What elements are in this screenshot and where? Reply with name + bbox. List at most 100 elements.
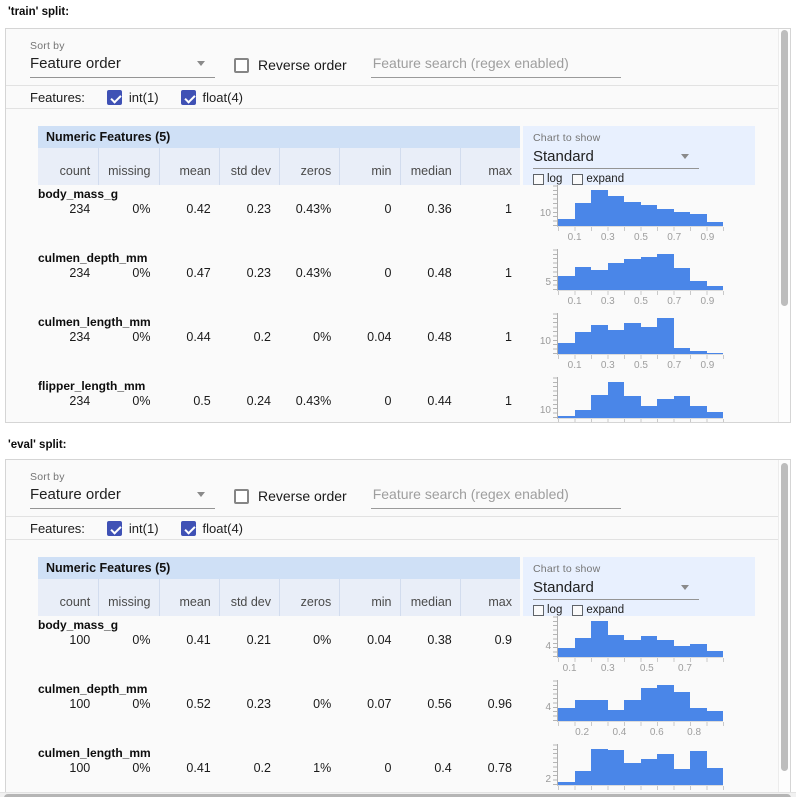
histogram[interactable]: 100.10.30.50.70.9: [523, 377, 757, 423]
log-checkbox[interactable]: [533, 605, 544, 616]
column-header[interactable]: max: [460, 148, 520, 185]
histogram-bar: [690, 708, 707, 721]
vertical-scrollbar[interactable]: [778, 29, 790, 422]
reverse-order-checkbox[interactable]: [234, 58, 249, 73]
x-axis: [558, 227, 724, 231]
column-header[interactable]: mean: [159, 148, 219, 185]
stat-value: 0.44: [159, 330, 219, 344]
feature-type-checkbox[interactable]: [181, 90, 196, 105]
chart-to-show-value: Standard: [533, 579, 594, 596]
histogram-bar: [608, 263, 625, 290]
feature-type-checkbox[interactable]: [107, 521, 122, 536]
histogram-bar: [690, 214, 707, 226]
chart-to-show-select[interactable]: Standard: [533, 145, 699, 169]
stats-main: Numeric Features (5)countmissingmeanstd …: [6, 540, 790, 792]
chart-to-show-select[interactable]: Standard: [533, 576, 699, 600]
sort-by-value-line[interactable]: Feature order: [30, 52, 215, 78]
histogram-bar: [657, 640, 674, 657]
expand-checkbox[interactable]: [572, 605, 583, 616]
column-header[interactable]: count: [38, 579, 98, 616]
histogram-bar: [558, 416, 575, 418]
x-axis-label: 0.1: [563, 663, 577, 674]
features-label: Features:: [30, 90, 85, 105]
histogram-bars: [558, 376, 723, 418]
histogram-bar: [707, 353, 724, 355]
column-header[interactable]: zeros: [279, 148, 339, 185]
column-header[interactable]: zeros: [279, 579, 339, 616]
histogram-bar: [657, 209, 674, 226]
stat-value: 0.21: [219, 633, 279, 647]
log-checkbox[interactable]: [533, 174, 544, 185]
histogram-bar: [690, 751, 707, 785]
eval-split-section: 'eval' split: Sort byFeature orderRevers…: [0, 439, 796, 792]
feature-type-filter: int(1): [107, 90, 159, 105]
column-header[interactable]: missing: [98, 579, 158, 616]
sort-by-value-line[interactable]: Feature order: [30, 483, 215, 509]
column-header[interactable]: max: [460, 579, 520, 616]
reverse-order-control: Reverse order: [234, 488, 347, 504]
column-header-row: countmissingmeanstd devzerosminmedianmax: [38, 579, 520, 616]
histogram-bar: [641, 759, 658, 785]
stat-value: 0.5: [159, 394, 219, 408]
histogram[interactable]: 40.10.30.50.7: [523, 616, 757, 680]
stat-value: 1%: [279, 761, 339, 775]
column-header[interactable]: min: [339, 148, 399, 185]
feature-filters-row: Features:int(1)float(4): [6, 517, 790, 540]
histogram-bar: [624, 763, 641, 785]
column-header[interactable]: std dev: [219, 579, 279, 616]
vertical-scrollbar-thumb[interactable]: [781, 30, 788, 306]
histogram-bar: [575, 267, 592, 290]
stat-value: 0: [339, 202, 399, 216]
stat-value: 234: [38, 394, 98, 408]
stat-value: 234: [38, 266, 98, 280]
column-header[interactable]: std dev: [219, 148, 279, 185]
column-header[interactable]: median: [400, 579, 460, 616]
sort-by-select[interactable]: Sort byFeature order: [30, 40, 215, 78]
histogram[interactable]: 40.20.40.60.8: [523, 680, 757, 744]
x-axis-label: 0.7: [667, 232, 681, 243]
histogram-bar: [591, 190, 608, 226]
histogram-bar: [707, 711, 724, 721]
stat-value: 1: [460, 202, 520, 216]
x-axis-label: 0.1: [568, 232, 582, 243]
vertical-scrollbar-thumb[interactable]: [781, 463, 788, 771]
horizontal-scrollbar[interactable]: [0, 792, 796, 797]
stats-main: Numeric Features (5)countmissingmeanstd …: [6, 109, 790, 423]
histogram-plot: 40.10.30.50.7: [557, 616, 723, 658]
sort-controls-row: Sort byFeature order Reverse order: [6, 460, 790, 517]
feature-stats: 2340%0.470.230.43%00.481: [38, 266, 520, 280]
histogram[interactable]: 2: [523, 744, 757, 792]
y-tick-label: 5: [527, 278, 551, 288]
y-axis: [553, 185, 557, 226]
expand-checkbox[interactable]: [572, 174, 583, 185]
x-axis-label: 0.3: [601, 232, 615, 243]
histogram-bar: [575, 332, 592, 354]
histogram-bar: [657, 685, 674, 721]
reverse-order-checkbox[interactable]: [234, 489, 249, 504]
column-header[interactable]: mean: [159, 579, 219, 616]
column-header[interactable]: count: [38, 148, 98, 185]
stat-value: 0%: [279, 633, 339, 647]
histogram[interactable]: 50.10.30.50.70.9: [523, 249, 757, 313]
column-header[interactable]: median: [400, 148, 460, 185]
histogram-bar: [558, 343, 575, 354]
column-header[interactable]: min: [339, 579, 399, 616]
vertical-scrollbar[interactable]: [778, 460, 790, 792]
histogram-bar: [608, 382, 625, 418]
histogram[interactable]: 100.10.30.50.70.9: [523, 185, 757, 249]
feature-stats: 2340%0.50.240.43%00.441: [38, 394, 520, 408]
histogram-bar: [707, 768, 724, 785]
feature-name: culmen_length_mm: [38, 746, 520, 760]
feature-type-checkbox[interactable]: [181, 521, 196, 536]
histogram-bar: [575, 203, 592, 226]
feature-type-checkbox[interactable]: [107, 90, 122, 105]
histogram[interactable]: 100.10.30.50.70.9: [523, 313, 757, 377]
stat-value: 0.42: [159, 202, 219, 216]
histogram-bar: [608, 710, 625, 721]
feature-search-input[interactable]: [371, 486, 621, 509]
x-axis-label: 0.3: [601, 663, 615, 674]
feature-search-input[interactable]: [371, 55, 621, 78]
sort-by-select[interactable]: Sort byFeature order: [30, 471, 215, 509]
column-header[interactable]: missing: [98, 148, 158, 185]
y-axis: [553, 680, 557, 721]
